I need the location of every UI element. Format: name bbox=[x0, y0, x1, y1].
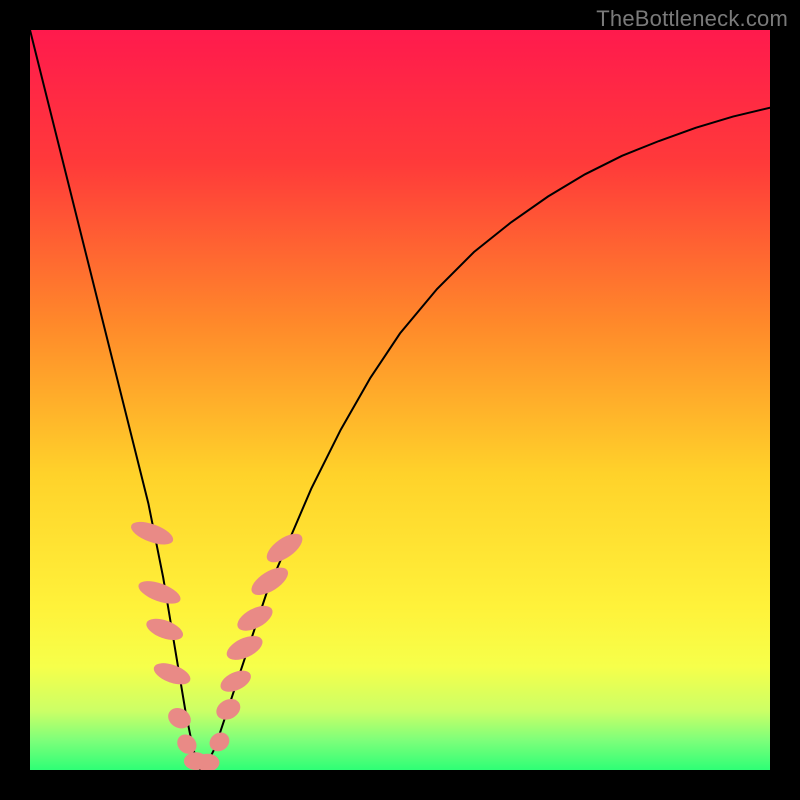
curve-marker bbox=[247, 562, 292, 600]
plot-area bbox=[30, 30, 770, 770]
chart-frame: TheBottleneck.com bbox=[0, 0, 800, 800]
curve-marker bbox=[206, 729, 233, 755]
curve-marker bbox=[136, 576, 184, 608]
curve-marker bbox=[151, 659, 193, 689]
curve-path bbox=[30, 30, 770, 770]
curve-marker bbox=[262, 528, 307, 568]
curve-marker bbox=[213, 695, 244, 724]
bottleneck-curve bbox=[30, 30, 770, 770]
curve-marker bbox=[164, 704, 194, 733]
watermark-text: TheBottleneck.com bbox=[596, 6, 788, 32]
curve-markers bbox=[128, 517, 307, 770]
curve-marker bbox=[217, 666, 254, 696]
chart-svg bbox=[30, 30, 770, 770]
curve-marker bbox=[144, 614, 186, 644]
